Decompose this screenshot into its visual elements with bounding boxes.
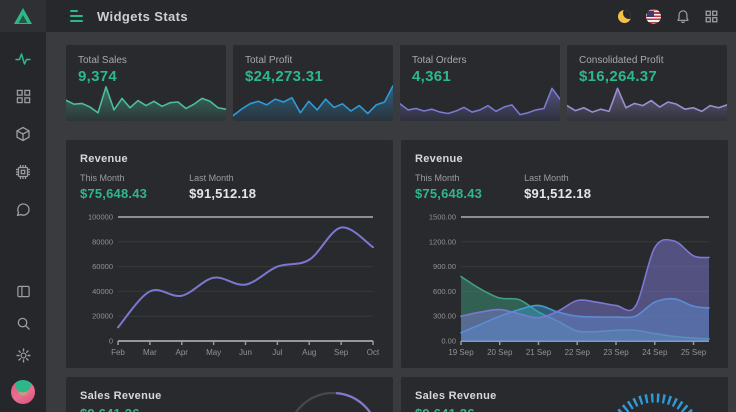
stat-label: Total Sales xyxy=(78,55,214,66)
svg-text:May: May xyxy=(206,348,221,357)
svg-text:1200.00: 1200.00 xyxy=(429,237,456,246)
svg-text:Sep: Sep xyxy=(334,348,349,357)
sidebar-item-messages[interactable] xyxy=(15,202,31,218)
layout-panel-icon xyxy=(16,284,31,299)
svg-text:Aug: Aug xyxy=(302,348,316,357)
sparkline-chart xyxy=(567,77,727,121)
svg-text:24 Sep: 24 Sep xyxy=(642,348,668,357)
svg-text:Jun: Jun xyxy=(239,348,252,357)
svg-text:23 Sep: 23 Sep xyxy=(603,348,629,357)
hamburger-icon xyxy=(70,10,78,12)
sidebar-item-search[interactable] xyxy=(16,316,31,331)
sparkline-chart xyxy=(400,77,560,121)
activity-icon xyxy=(15,51,31,67)
sparkline-chart xyxy=(233,77,393,121)
svg-text:900.00: 900.00 xyxy=(433,262,456,271)
box-icon xyxy=(15,126,31,142)
svg-text:Oct: Oct xyxy=(367,348,379,357)
grid-icon xyxy=(16,89,31,104)
logo-triangle-icon xyxy=(13,7,33,25)
language-flag-icon[interactable] xyxy=(646,9,661,24)
stat-label: Total Orders xyxy=(412,55,548,66)
svg-text:20000: 20000 xyxy=(92,312,113,321)
svg-text:Apr: Apr xyxy=(176,348,189,357)
revenue-row: Revenue This Month $75,648.43 Last Month… xyxy=(66,140,728,368)
card-title: Revenue xyxy=(415,153,714,165)
revenue-legend: This Month $75,648.43 Last Month $91,512… xyxy=(80,173,379,201)
sidebar-item-settings[interactable] xyxy=(16,348,31,363)
sidebar-item-packages[interactable] xyxy=(15,126,31,142)
svg-text:80000: 80000 xyxy=(92,237,113,246)
svg-text:60000: 60000 xyxy=(92,262,113,271)
svg-text:600.00: 600.00 xyxy=(433,287,456,296)
revenue-legend: This Month $75,648.43 Last Month $91,512… xyxy=(415,173,714,201)
this-month-label: This Month xyxy=(80,173,147,183)
tick-gauge-chart xyxy=(586,383,714,412)
chat-icon xyxy=(15,202,31,218)
this-month-value: $75,648.43 xyxy=(80,186,147,201)
svg-text:1500.00: 1500.00 xyxy=(429,213,456,222)
app-logo[interactable] xyxy=(0,0,46,32)
notifications-button[interactable] xyxy=(676,9,690,24)
menu-toggle-button[interactable] xyxy=(70,10,83,22)
sidebar xyxy=(0,0,46,412)
last-month-value: $91,512.18 xyxy=(189,186,256,201)
page-title: Widgets Stats xyxy=(97,9,188,24)
last-month-label: Last Month xyxy=(189,173,256,183)
card-title: Revenue xyxy=(80,153,379,165)
sidebar-item-activity[interactable] xyxy=(15,51,31,67)
svg-text:100000: 100000 xyxy=(88,213,113,222)
last-month-label: Last Month xyxy=(524,173,591,183)
stat-label: Total Profit xyxy=(245,55,381,66)
revenue-card-daily: Revenue This Month $75,648.43 Last Month… xyxy=(401,140,728,368)
this-month-label: This Month xyxy=(415,173,482,183)
svg-text:Jul: Jul xyxy=(272,348,282,357)
sales-revenue-card-1: Sales Revenue $9,641.26 xyxy=(66,377,393,412)
stat-card-total-sales: Total Sales 9,374 xyxy=(66,45,226,121)
apps-menu-button[interactable] xyxy=(705,10,718,23)
stat-card-total-profit: Total Profit $24,273.31 xyxy=(233,45,393,121)
topbar: Widgets Stats xyxy=(46,0,736,32)
svg-text:19 Sep: 19 Sep xyxy=(448,348,474,357)
dashboard-app: Widgets Stats Total Sales xyxy=(0,0,736,412)
sidebar-bottom xyxy=(0,284,46,404)
bell-icon xyxy=(676,9,690,24)
svg-text:Feb: Feb xyxy=(111,348,125,357)
cpu-icon xyxy=(15,164,31,180)
last-month-value: $91,512.18 xyxy=(524,186,591,201)
main-content: Total Sales 9,374 Total Profit $24,273.3… xyxy=(46,32,736,412)
svg-text:25 Sep: 25 Sep xyxy=(681,348,707,357)
stat-label: Consolidated Profit xyxy=(579,55,715,66)
stat-card-total-orders: Total Orders 4,361 xyxy=(400,45,560,121)
dark-mode-toggle-moon-icon[interactable] xyxy=(618,10,631,23)
topbar-actions xyxy=(618,9,718,24)
revenue-monthly-line-chart: 0 20000 40000 60000 80000 100000 Feb Mar Apr May J… xyxy=(80,207,379,363)
svg-text:0: 0 xyxy=(109,337,113,346)
grid-menu-icon xyxy=(705,10,718,23)
sales-revenue-card-2: Sales Revenue $9,641.26 xyxy=(401,377,728,412)
svg-text:40000: 40000 xyxy=(92,287,113,296)
sidebar-item-system[interactable] xyxy=(15,164,31,180)
donut-gauge-chart xyxy=(269,383,379,412)
gear-icon xyxy=(16,348,31,363)
stat-card-consolidated-profit: Consolidated Profit $16,264.37 xyxy=(567,45,727,121)
svg-text:300.00: 300.00 xyxy=(433,312,456,321)
svg-text:21 Sep: 21 Sep xyxy=(526,348,552,357)
user-avatar[interactable] xyxy=(11,380,35,404)
svg-text:22 Sep: 22 Sep xyxy=(565,348,591,357)
sidebar-item-dashboard[interactable] xyxy=(16,89,31,104)
svg-text:0.00: 0.00 xyxy=(441,337,456,346)
search-icon xyxy=(16,316,31,331)
sparkline-chart xyxy=(66,77,226,121)
svg-text:20 Sep: 20 Sep xyxy=(487,348,513,357)
revenue-card-monthly: Revenue This Month $75,648.43 Last Month… xyxy=(66,140,393,368)
sidebar-nav xyxy=(0,51,46,218)
revenue-daily-area-chart: 0.00 300.00 600.00 900.00 1200.00 1500.00 19 S… xyxy=(415,207,715,363)
this-month-value: $75,648.43 xyxy=(415,186,482,201)
stats-row: Total Sales 9,374 Total Profit $24,273.3… xyxy=(66,45,728,121)
sales-revenue-row: Sales Revenue $9,641.26 Sales Revenue $9… xyxy=(66,377,728,412)
sidebar-item-layout[interactable] xyxy=(16,284,31,299)
svg-text:Mar: Mar xyxy=(143,348,157,357)
